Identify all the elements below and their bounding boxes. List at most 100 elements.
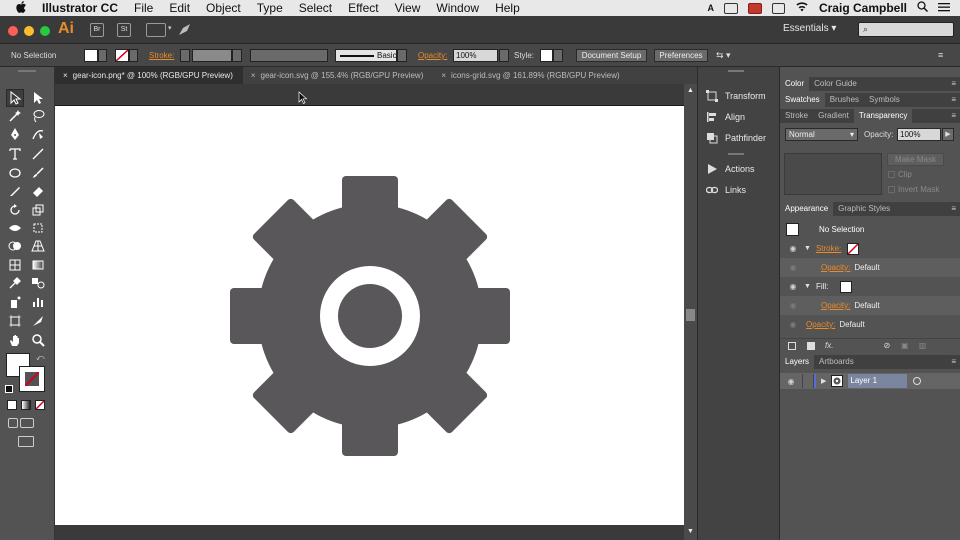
clear-appearance-icon[interactable]: ⊘ bbox=[883, 341, 890, 350]
fill-dropdown[interactable] bbox=[98, 49, 107, 62]
recorder-tray-icon[interactable] bbox=[747, 2, 762, 14]
artboard[interactable] bbox=[55, 105, 684, 525]
artboard-tool[interactable] bbox=[6, 312, 24, 330]
menu-effect[interactable]: Effect bbox=[340, 1, 386, 15]
eye-icon[interactable]: ◉ bbox=[787, 244, 799, 253]
tab-color[interactable]: Color bbox=[780, 77, 810, 91]
add-stroke-icon[interactable] bbox=[788, 341, 796, 350]
free-transform-tool[interactable] bbox=[29, 219, 47, 237]
tab-gear-icon-svg[interactable]: × gear-icon.svg @ 155.4% (RGB/GPU Preview… bbox=[243, 67, 434, 84]
blend-tool[interactable] bbox=[29, 274, 47, 292]
slice-tool[interactable] bbox=[29, 312, 47, 330]
menu-view[interactable]: View bbox=[387, 1, 429, 15]
panel-menu-icon[interactable]: ≡ bbox=[951, 77, 956, 91]
delete-item-icon[interactable]: ▥ bbox=[919, 341, 927, 350]
opacity-label[interactable]: Opacity: bbox=[418, 51, 447, 60]
fill-swatch[interactable] bbox=[84, 49, 98, 62]
arrange-documents-button[interactable] bbox=[146, 23, 166, 37]
appearance-stroke-swatch[interactable] bbox=[847, 242, 860, 255]
blend-mode-select[interactable]: Normal ▾ bbox=[785, 128, 858, 141]
appearance-fill-opacity-row[interactable]: ◉ Opacity: Default bbox=[780, 296, 960, 315]
user-name[interactable]: Craig Campbell bbox=[819, 1, 907, 15]
tab-gradient[interactable]: Gradient bbox=[813, 109, 854, 123]
layer-name[interactable]: Layer 1 bbox=[848, 374, 908, 388]
chevron-down-icon[interactable]: ▾ bbox=[168, 24, 172, 32]
eyedropper-tool[interactable] bbox=[6, 274, 24, 292]
disclosure-triangle-icon[interactable]: ▶ bbox=[821, 377, 826, 385]
eye-icon[interactable]: ◉ bbox=[787, 282, 799, 291]
shape-builder-tool[interactable] bbox=[6, 237, 24, 255]
appearance-fill-label[interactable]: Fill: bbox=[816, 282, 828, 291]
duplicate-item-icon[interactable]: ▣ bbox=[901, 341, 909, 350]
symbol-sprayer-tool[interactable] bbox=[6, 293, 24, 311]
gradient-tool[interactable] bbox=[29, 256, 47, 274]
tab-brushes[interactable]: Brushes bbox=[825, 93, 864, 107]
dropbox-tray-icon[interactable] bbox=[723, 2, 738, 14]
menu-type[interactable]: Type bbox=[249, 1, 291, 15]
invert-mask-checkbox[interactable] bbox=[888, 186, 895, 193]
eye-icon[interactable]: ◉ bbox=[787, 263, 799, 272]
notification-center-icon[interactable] bbox=[938, 1, 950, 15]
dock-item-pathfinder[interactable]: Pathfinder bbox=[706, 130, 766, 146]
panel-menu-icon[interactable]: ≡ bbox=[951, 109, 956, 123]
gpu-performance-icon[interactable] bbox=[178, 23, 191, 38]
panel-menu-icon[interactable]: ≡ bbox=[951, 355, 956, 369]
airplay-icon[interactable] bbox=[771, 2, 785, 14]
scroll-up-icon[interactable]: ▲ bbox=[687, 87, 694, 94]
apple-icon[interactable] bbox=[14, 0, 28, 16]
dock-grip[interactable] bbox=[728, 70, 744, 72]
menu-help[interactable]: Help bbox=[487, 1, 528, 15]
close-icon[interactable]: × bbox=[441, 71, 446, 80]
drawing-modes-icon[interactable] bbox=[8, 418, 18, 428]
curvature-tool[interactable] bbox=[29, 125, 47, 143]
dock-item-actions[interactable]: Actions bbox=[706, 161, 755, 177]
add-fill-icon[interactable] bbox=[807, 341, 815, 350]
tab-swatches[interactable]: Swatches bbox=[780, 93, 825, 107]
none-mode-button[interactable] bbox=[35, 400, 45, 410]
appearance-object-opacity-row[interactable]: ◉ Opacity: Default bbox=[780, 315, 960, 334]
add-effect-icon[interactable]: fx. bbox=[825, 341, 833, 350]
scroll-down-icon[interactable]: ▼ bbox=[687, 528, 694, 535]
dock-item-transform[interactable]: Transform bbox=[706, 88, 766, 104]
default-fill-stroke-icon[interactable] bbox=[5, 385, 13, 393]
appearance-opacity-label[interactable]: Opacity: bbox=[821, 263, 850, 272]
swap-fill-stroke-icon[interactable]: ⤺ bbox=[36, 353, 45, 363]
graphic-style-dropdown[interactable] bbox=[553, 49, 563, 62]
align-options-icon[interactable]: ⇆ ▾ bbox=[716, 50, 731, 61]
stroke-label[interactable]: Stroke: bbox=[149, 51, 174, 60]
line-segment-tool[interactable] bbox=[29, 145, 47, 163]
rotate-tool[interactable] bbox=[6, 201, 24, 219]
tab-transparency[interactable]: Transparency bbox=[853, 109, 913, 123]
graphic-style-swatch[interactable] bbox=[540, 49, 553, 62]
tab-color-guide[interactable]: Color Guide bbox=[809, 77, 862, 91]
type-tool[interactable] bbox=[6, 145, 24, 163]
mesh-tool[interactable] bbox=[6, 256, 24, 274]
variable-width-profile[interactable] bbox=[250, 49, 328, 62]
zoom-tool[interactable] bbox=[29, 331, 47, 349]
stroke-weight-dropdown[interactable] bbox=[232, 49, 242, 62]
stroke-dropdown[interactable] bbox=[129, 49, 138, 62]
workspace-switcher[interactable]: Essentials ▾ bbox=[783, 23, 836, 34]
app-name[interactable]: Illustrator CC bbox=[36, 1, 126, 15]
close-icon[interactable]: × bbox=[251, 71, 256, 80]
disclosure-triangle-icon[interactable]: ▼ bbox=[804, 283, 811, 290]
wifi-icon[interactable] bbox=[795, 1, 809, 15]
direct-selection-tool[interactable] bbox=[29, 89, 47, 107]
eye-icon[interactable]: ◉ bbox=[785, 377, 797, 386]
stroke-weight-input[interactable] bbox=[192, 49, 232, 62]
gear-icon[interactable] bbox=[55, 106, 684, 526]
adobe-tray-icon[interactable]: A bbox=[707, 3, 714, 14]
screen-mode-icon[interactable] bbox=[18, 436, 34, 447]
brush-definition-select[interactable]: Basic bbox=[335, 49, 397, 62]
layer-target-icon[interactable] bbox=[913, 377, 922, 385]
panel-menu-icon[interactable]: ≡ bbox=[951, 202, 956, 216]
eraser-tool[interactable] bbox=[29, 182, 47, 200]
document-setup-button[interactable]: Document Setup bbox=[576, 49, 647, 62]
menu-select[interactable]: Select bbox=[291, 1, 340, 15]
appearance-stroke-row[interactable]: ◉ ▼ Stroke: bbox=[780, 239, 960, 258]
menu-edit[interactable]: Edit bbox=[161, 1, 198, 15]
tab-symbols[interactable]: Symbols bbox=[864, 93, 905, 107]
magic-wand-tool[interactable] bbox=[6, 107, 24, 125]
width-tool[interactable] bbox=[6, 219, 24, 237]
pen-tool[interactable] bbox=[6, 125, 24, 143]
